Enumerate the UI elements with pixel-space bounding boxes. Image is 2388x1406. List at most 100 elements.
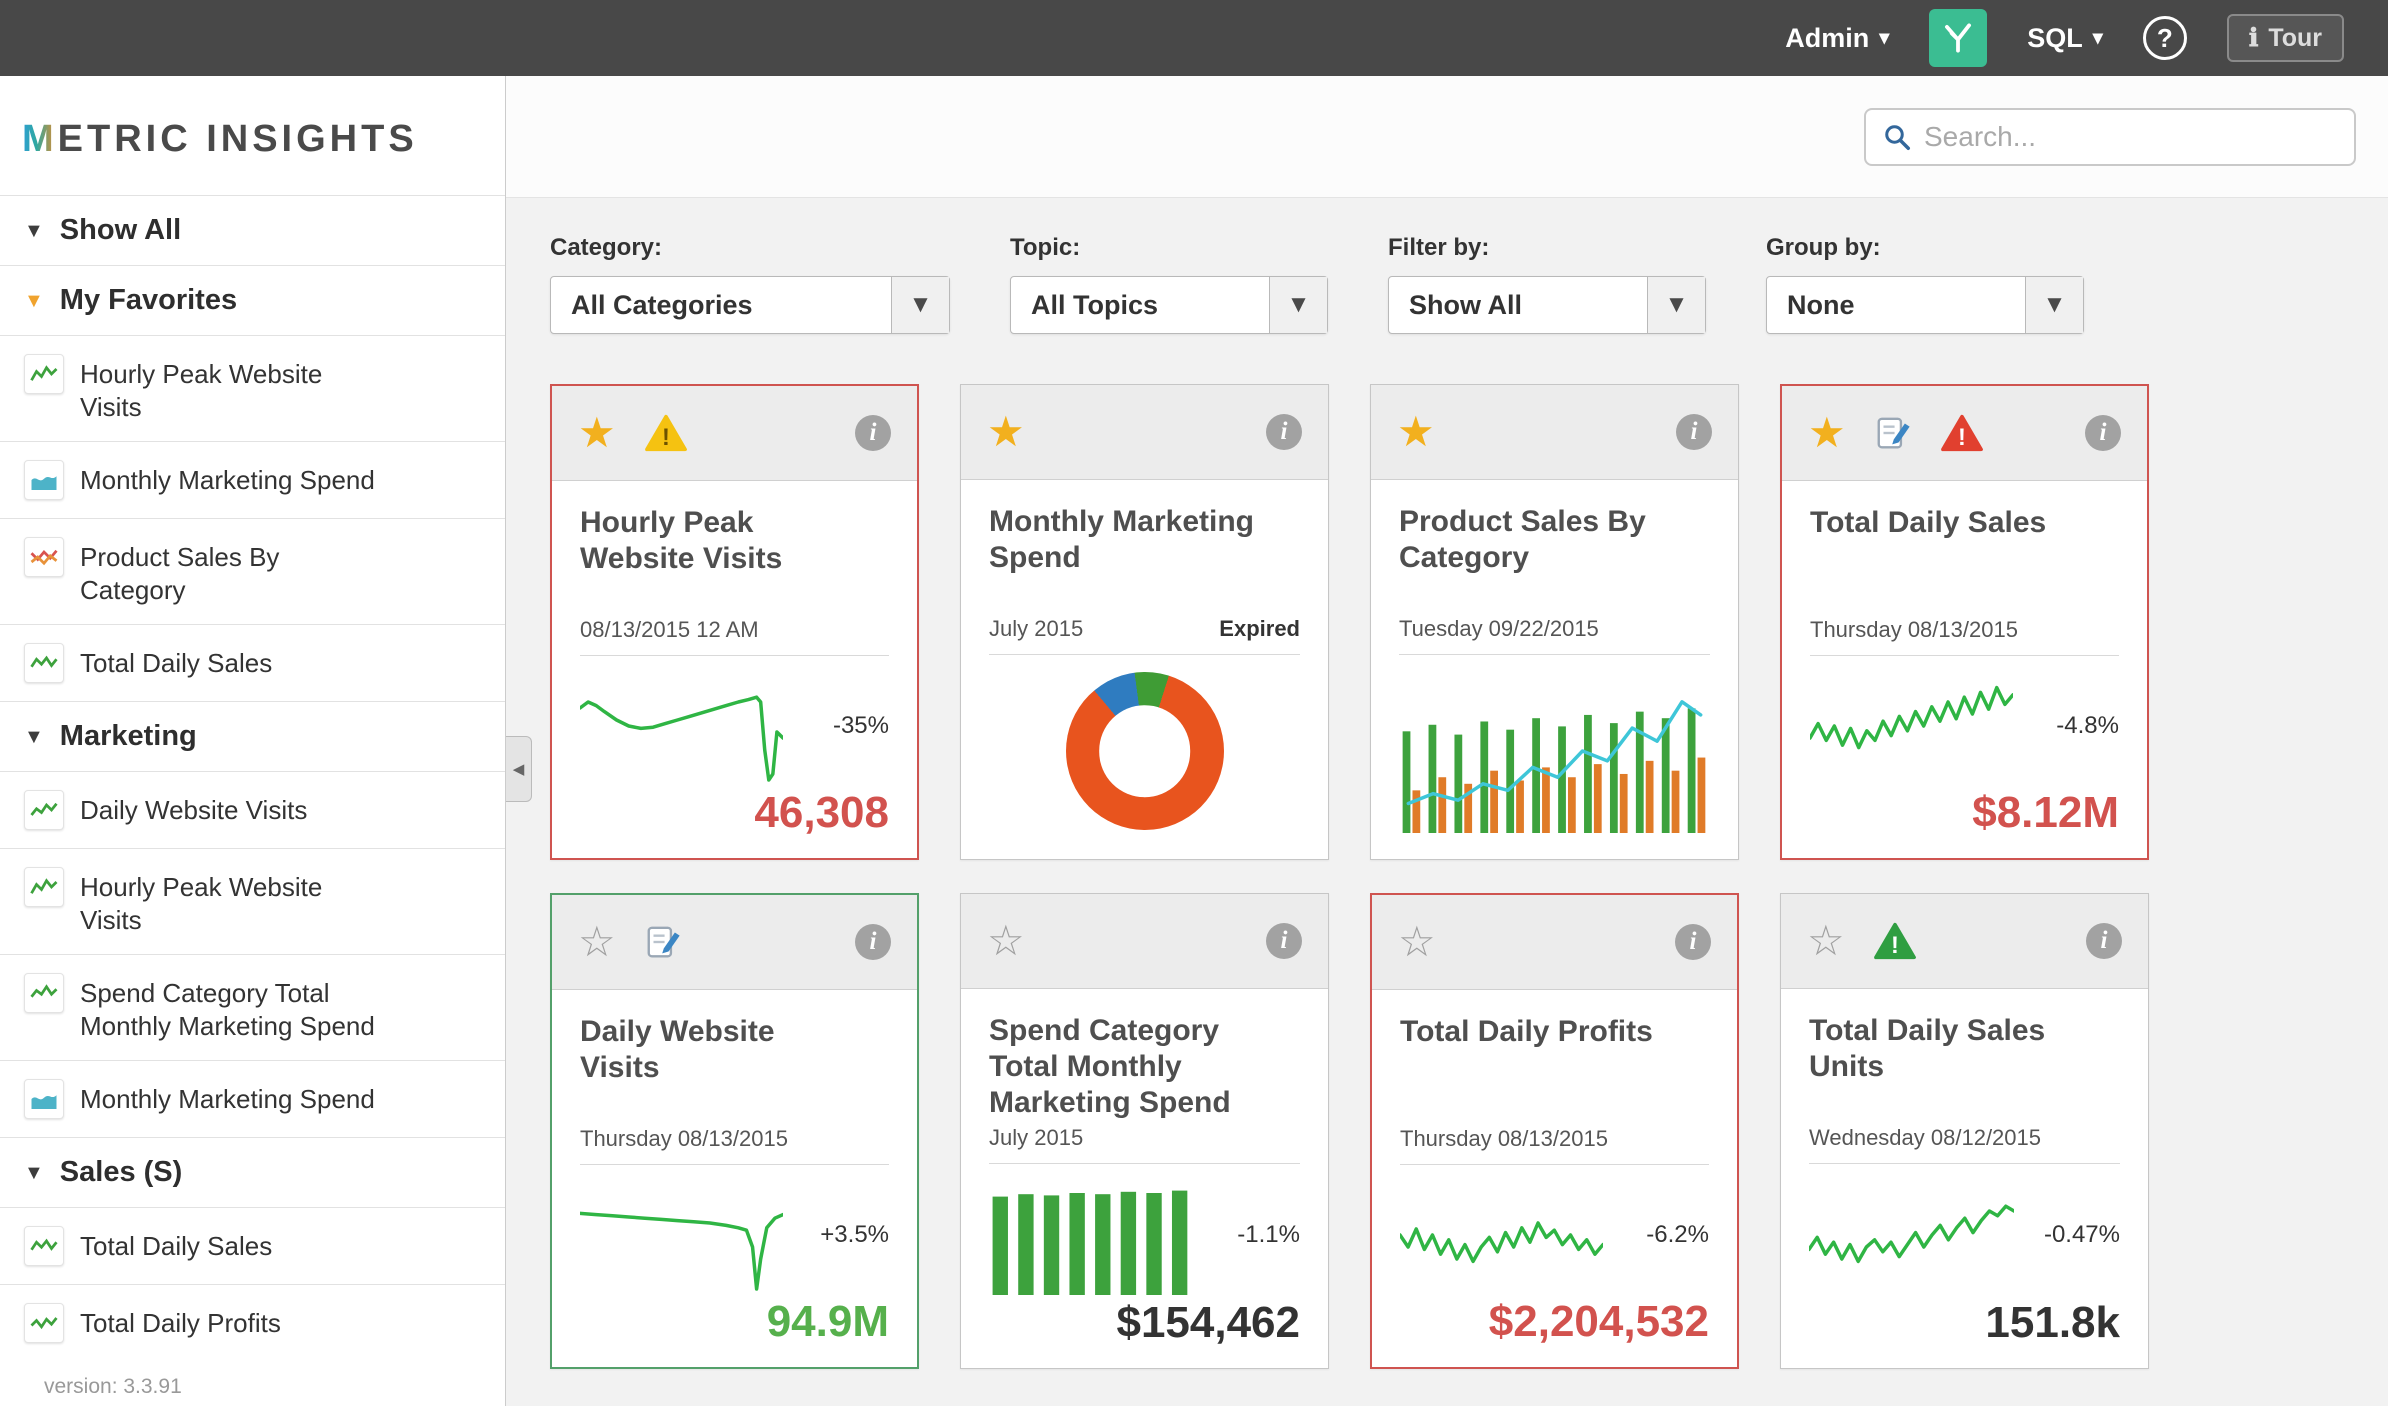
topbar: Admin ▾ SQL ▾ ? ℹ Tour: [0, 0, 2388, 76]
sidebar-item-total-daily-sales[interactable]: Total Daily Sales: [0, 624, 505, 701]
tile-total-daily-sales[interactable]: ★ ! i Total Daily Sales: [1780, 384, 2149, 860]
search-box[interactable]: [1864, 108, 2356, 166]
tile-monthly-marketing-spend[interactable]: ★ i Monthly Marketing Spend July 2015 Ex…: [960, 384, 1329, 860]
tile-title: Total Daily Sales Units: [1809, 1013, 2085, 1125]
tile-date: July 2015 Expired: [989, 616, 1300, 655]
sidebar-group-marketing[interactable]: ▼ Marketing: [0, 701, 505, 771]
group-by-dropdown[interactable]: None ▼: [1766, 276, 2084, 334]
tile-body: Monthly Marketing Spend July 2015 Expire…: [961, 480, 1328, 859]
favorite-star-icon[interactable]: ★: [1808, 412, 1846, 454]
info-icon[interactable]: i: [2085, 415, 2121, 451]
tile-body: Daily Website Visits Thursday 08/13/2015…: [552, 990, 917, 1367]
sql-menu[interactable]: SQL ▾: [2027, 23, 2103, 54]
note-icon[interactable]: [644, 923, 682, 961]
sparkline-chart: -6.2%: [1400, 1165, 1709, 1297]
tile-body: Total Daily Sales Units Wednesday 08/12/…: [1781, 989, 2148, 1368]
info-icon[interactable]: i: [1266, 414, 1302, 450]
tile-total-daily-sales-units[interactable]: ☆ ! i Total Daily Sales Units Wednesday …: [1780, 893, 2149, 1369]
sidebar-group-my-favorites[interactable]: ▼ My Favorites: [0, 265, 505, 335]
dropdown-arrow-icon[interactable]: ▼: [1269, 277, 1327, 333]
sidebar-item-total-daily-sales-2[interactable]: Total Daily Sales: [0, 1207, 505, 1284]
group-label: Marketing: [60, 720, 197, 753]
tile-header: ☆ i: [961, 894, 1328, 989]
sidebar-item-hourly-peak-website-visits[interactable]: Hourly Peak Website Visits: [0, 335, 505, 441]
green-sparkline-icon: [24, 1226, 64, 1266]
admin-menu[interactable]: Admin ▾: [1785, 23, 1889, 54]
dropdown-value: Show All: [1389, 290, 1647, 321]
date-text: July 2015: [989, 1125, 1083, 1151]
favorite-star-icon[interactable]: ★: [987, 411, 1025, 453]
sidebar-item-monthly-marketing-spend-2[interactable]: Monthly Marketing Spend: [0, 1060, 505, 1137]
tile-body: Product Sales By Category Tuesday 09/22/…: [1371, 480, 1738, 859]
info-icon[interactable]: i: [1675, 924, 1711, 960]
search-icon: [1882, 122, 1912, 152]
dropdown-arrow-icon[interactable]: ▼: [1647, 277, 1705, 333]
help-icon[interactable]: ?: [2143, 16, 2187, 60]
date-text: Wednesday 08/12/2015: [1809, 1125, 2041, 1151]
favorite-star-icon[interactable]: ★: [578, 412, 616, 454]
tile-product-sales-by-category[interactable]: ★ i Product Sales By Category Tuesday 09…: [1370, 384, 1739, 860]
info-icon[interactable]: i: [2086, 923, 2122, 959]
tile-header: ★ i: [1371, 385, 1738, 480]
sidebar-group-sales[interactable]: ▼ Sales (S): [0, 1137, 505, 1207]
change-percent: -4.8%: [2023, 712, 2119, 740]
search-bar-row: [506, 76, 2388, 198]
sparkline-chart: -4.8%: [1810, 656, 2119, 788]
group-label: My Favorites: [60, 284, 237, 317]
chart-canvas: [1810, 666, 2013, 786]
sidebar-item-label: Hourly Peak Website Visits: [80, 354, 380, 423]
dropdown-arrow-icon[interactable]: ▼: [891, 277, 949, 333]
sidebar-item-daily-website-visits[interactable]: Daily Website Visits: [0, 771, 505, 848]
filter-by-dropdown[interactable]: Show All ▼: [1388, 276, 1706, 334]
warning-icon: !: [644, 413, 688, 453]
info-icon[interactable]: i: [1676, 414, 1712, 450]
tile-date: Wednesday 08/12/2015: [1809, 1125, 2120, 1164]
note-icon[interactable]: [1874, 414, 1912, 452]
green-sparkline-icon: [24, 643, 64, 683]
sparkline-chart: -0.47%: [1809, 1164, 2120, 1298]
tile-title: Product Sales By Category: [1399, 504, 1675, 616]
date-text: Thursday 08/13/2015: [1810, 617, 2018, 643]
tile-daily-website-visits[interactable]: ☆ i Daily Website Visits Thursday 08/13/…: [550, 893, 919, 1369]
favorite-star-icon[interactable]: ☆: [987, 920, 1025, 962]
triangle-down-icon: ▼: [24, 291, 44, 311]
info-icon[interactable]: i: [855, 924, 891, 960]
info-icon[interactable]: i: [855, 415, 891, 451]
tour-button-label: Tour: [2268, 24, 2322, 53]
topic-dropdown[interactable]: All Topics ▼: [1010, 276, 1328, 334]
change-percent: -35%: [793, 712, 889, 740]
sidebar-item-label: Spend Category Total Monthly Marketing S…: [80, 973, 380, 1042]
sidebar-item-product-sales-by-category[interactable]: Product Sales By Category: [0, 518, 505, 624]
sidebar-item-monthly-marketing-spend[interactable]: Monthly Marketing Spend: [0, 441, 505, 518]
favorite-star-icon[interactable]: ☆: [1807, 920, 1845, 962]
search-input[interactable]: [1924, 121, 2338, 153]
filter-label: Group by:: [1766, 234, 2084, 262]
favorite-star-icon[interactable]: ☆: [1398, 921, 1436, 963]
tile-date: Thursday 08/13/2015: [1810, 617, 2119, 656]
tour-button[interactable]: ℹ Tour: [2227, 14, 2344, 62]
dropdown-value: All Topics: [1011, 290, 1269, 321]
tile-total-daily-profits[interactable]: ☆ i Total Daily Profits Thursday 08/13/2…: [1370, 893, 1739, 1369]
sparkline-chart: -35%: [580, 656, 889, 788]
tile-header: ☆ i: [1372, 895, 1737, 990]
category-dropdown[interactable]: All Categories ▼: [550, 276, 950, 334]
filter-row: Category: All Categories ▼ Topic: All To…: [550, 234, 2342, 334]
sidebar-item-spend-category-total[interactable]: Spend Category Total Monthly Marketing S…: [0, 954, 505, 1060]
sidebar-item-total-daily-profits[interactable]: Total Daily Profits: [0, 1284, 505, 1361]
tile-spend-category-total[interactable]: ☆ i Spend Category Total Monthly Marketi…: [960, 893, 1329, 1369]
favorite-star-icon[interactable]: ★: [1397, 411, 1435, 453]
sidebar-item-hourly-peak-website-visits-2[interactable]: Hourly Peak Website Visits: [0, 848, 505, 954]
group-label: Sales (S): [60, 1156, 183, 1189]
sidebar-show-all[interactable]: ▼ Show All: [0, 195, 505, 265]
sidebar-collapse-handle[interactable]: ◀: [506, 736, 532, 802]
brand-logo-button[interactable]: [1929, 9, 1987, 67]
teal-chart-icon: [24, 460, 64, 500]
favorite-star-icon[interactable]: ☆: [578, 921, 616, 963]
info-icon[interactable]: i: [1266, 923, 1302, 959]
date-text: Tuesday 09/22/2015: [1399, 616, 1599, 642]
tile-hourly-peak-website-visits[interactable]: ★ ! i Hourly Peak Website Visits 08/13/2…: [550, 384, 919, 860]
red-chart-icon: [24, 537, 64, 577]
tile-date: Thursday 08/13/2015: [580, 1126, 889, 1165]
tile-value: $2,204,532: [1400, 1297, 1709, 1347]
dropdown-arrow-icon[interactable]: ▼: [2025, 277, 2083, 333]
